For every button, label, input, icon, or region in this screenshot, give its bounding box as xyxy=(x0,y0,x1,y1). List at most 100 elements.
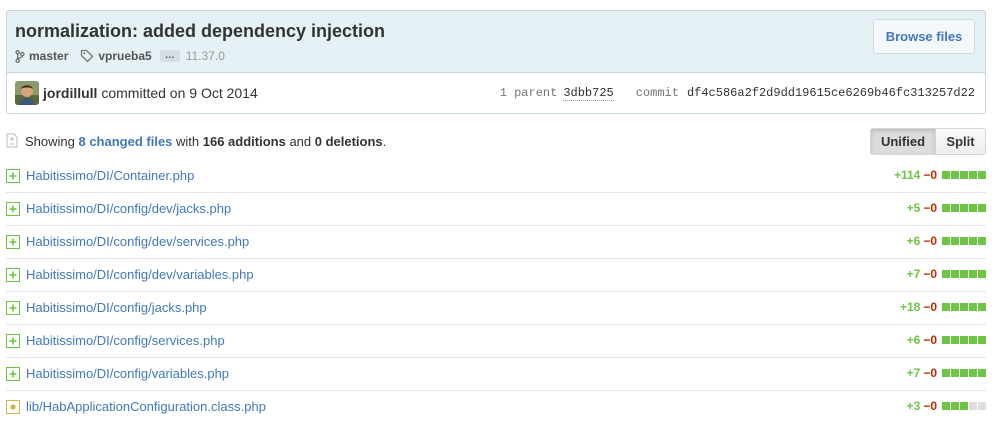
commit-title: normalization: added dependency injectio… xyxy=(15,21,386,41)
diffstat-block-added xyxy=(978,369,986,377)
diffstat-block-added xyxy=(960,171,968,179)
deletions-count: −0 xyxy=(923,234,937,248)
file-added-icon xyxy=(6,169,20,183)
diffstat-block-added xyxy=(951,204,959,212)
diffstat-block-added xyxy=(978,303,986,311)
diffstat: +114 −0 xyxy=(894,168,986,182)
diffstat: +7 −0 xyxy=(907,366,986,380)
commit-sha: df4c586a2f2d9dd19615ce6269b46fc313257d22 xyxy=(686,86,975,100)
diffstat-block-added xyxy=(951,303,959,311)
diffstat-block-added xyxy=(942,369,950,377)
diffstat: +18 −0 xyxy=(900,300,986,314)
diffstat-block-added xyxy=(978,237,986,245)
diffstat-block-added xyxy=(969,270,977,278)
additions-count: +114 xyxy=(893,168,921,182)
diffstat-block-added xyxy=(951,369,959,377)
more-tags-ellipsis[interactable]: … xyxy=(159,50,180,62)
deletions-count: −0 xyxy=(923,300,937,314)
file-name-link[interactable]: Habitissimo/DI/config/dev/variables.php xyxy=(26,267,254,282)
file-added-icon xyxy=(6,301,20,315)
file-added-icon xyxy=(6,268,20,282)
diffstat-block-added xyxy=(942,270,950,278)
branch-icon xyxy=(15,49,25,63)
diffstat-block-added xyxy=(942,303,950,311)
file-name-link[interactable]: Habitissimo/DI/config/services.php xyxy=(26,333,225,348)
diffstat: +6 −0 xyxy=(907,333,986,347)
file-name-link[interactable]: Habitissimo/DI/config/variables.php xyxy=(26,366,229,381)
author-name[interactable]: jordillull xyxy=(43,85,97,101)
diffstat-block-added xyxy=(960,303,968,311)
split-button[interactable]: Split xyxy=(936,128,986,155)
commit-label: commit xyxy=(635,86,679,100)
diffstat-block-added xyxy=(978,171,986,179)
deletions-count: −0 xyxy=(923,201,937,215)
commit-meta: master vprueba5 … 11.37.0 xyxy=(15,47,225,65)
file-name-link[interactable]: Habitissimo/DI/config/dev/jacks.php xyxy=(26,201,231,216)
summary-and: and xyxy=(285,134,315,149)
diffstat-blocks xyxy=(941,369,986,377)
diffstat-block-neutral xyxy=(969,402,977,410)
diffstat-block-added xyxy=(960,336,968,344)
changed-files-link[interactable]: 8 changed files xyxy=(78,134,172,149)
file-name-link[interactable]: Habitissimo/DI/config/dev/services.php xyxy=(26,234,249,249)
avatar[interactable] xyxy=(15,81,39,105)
deletions-count: −0 xyxy=(923,267,937,281)
diffstat-block-added xyxy=(978,270,986,278)
file-name-link[interactable]: Habitissimo/DI/config/jacks.php xyxy=(26,300,207,315)
diffstat-block-neutral xyxy=(978,402,986,410)
branch-name[interactable]: master xyxy=(29,49,68,63)
parent-sha-link[interactable]: 3dbb725 xyxy=(563,86,614,101)
additions-count: 166 additions xyxy=(202,134,286,149)
diffstat: +6 −0 xyxy=(907,234,986,248)
committed-date: committed on 9 Oct 2014 xyxy=(101,85,258,101)
file-row: Habitissimo/DI/config/dev/services.php +6… xyxy=(6,226,986,259)
file-row: Habitissimo/DI/config/variables.php +7 −0 xyxy=(6,358,986,391)
file-added-icon xyxy=(6,367,20,381)
diffstat-block-added xyxy=(942,237,950,245)
diffstat-block-added xyxy=(969,237,977,245)
file-row: Habitissimo/DI/config/dev/variables.php +… xyxy=(6,259,986,292)
version-tag[interactable]: 11.37.0 xyxy=(186,49,225,63)
file-row: Habitissimo/DI/config/jacks.php +18 −0 xyxy=(6,292,986,325)
deletions-count: −0 xyxy=(923,399,937,413)
diffstat-block-added xyxy=(969,369,977,377)
file-row: Habitissimo/DI/config/services.php +6 −0 xyxy=(6,325,986,358)
commit-box: normalization: added dependency injectio… xyxy=(6,10,986,114)
deletions-count: 0 deletions xyxy=(314,134,383,149)
additions-count: +5 xyxy=(906,201,921,215)
browse-files-button[interactable]: Browse files xyxy=(873,19,975,54)
tag-name[interactable]: vprueba5 xyxy=(98,49,151,63)
file-added-icon xyxy=(6,334,20,348)
summary-with: with xyxy=(172,134,203,149)
additions-count: +18 xyxy=(899,300,921,314)
unified-button[interactable]: Unified xyxy=(870,128,936,155)
file-row: Habitissimo/DI/Container.php +114 −0 xyxy=(6,160,986,193)
additions-count: +7 xyxy=(906,366,921,380)
diff-view-toggle: Unified Split xyxy=(870,128,986,155)
parent-label: 1 parent xyxy=(499,86,558,100)
file-modified-icon xyxy=(6,400,20,414)
tag-icon xyxy=(80,49,94,63)
diffstat-blocks xyxy=(941,303,986,311)
file-diff-icon xyxy=(6,133,18,151)
diffstat-block-added xyxy=(960,204,968,212)
file-name-link[interactable]: lib/HabApplicationConfiguration.class.ph… xyxy=(26,399,266,414)
diff-summary-bar: Showing 8 changed files with 166 additio… xyxy=(6,128,986,156)
diffstat-block-added xyxy=(960,237,968,245)
deletions-count: −0 xyxy=(923,168,937,182)
deletions-count: −0 xyxy=(923,333,937,347)
diffstat-block-added xyxy=(969,336,977,344)
diffstat-block-added xyxy=(951,171,959,179)
author-line: jordillull committed on 9 Oct 2014 xyxy=(43,85,258,101)
diffstat-blocks xyxy=(941,237,986,245)
diffstat-block-added xyxy=(951,237,959,245)
diffstat: +5 −0 xyxy=(907,201,986,215)
summary-period: . xyxy=(382,134,387,149)
file-name-link[interactable]: Habitissimo/DI/Container.php xyxy=(26,168,194,183)
sha-block: 1 parent 3dbb725 commit df4c586a2f2d9dd1… xyxy=(500,86,975,101)
diffstat-block-added xyxy=(942,171,950,179)
diffstat-block-added xyxy=(969,171,977,179)
commit-meta-bar: jordillull committed on 9 Oct 2014 1 par… xyxy=(7,73,985,113)
diffstat-block-added xyxy=(951,270,959,278)
summary-showing: Showing xyxy=(25,134,79,149)
